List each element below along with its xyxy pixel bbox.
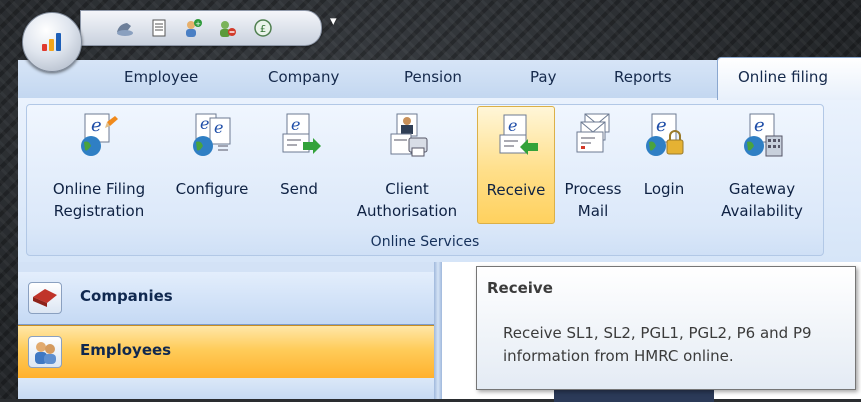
payment-clock-icon[interactable]: £	[253, 18, 273, 38]
customize-toolbar-icon[interactable]: ▾	[330, 14, 337, 29]
tab-online-filing-label: Online filing	[738, 68, 828, 86]
button-label: Gateway Availability	[721, 180, 803, 220]
mail-stack-icon	[576, 113, 610, 153]
group-label: Online Services	[370, 234, 480, 250]
svg-text:e: e	[200, 114, 209, 133]
gateway-availability-button[interactable]: e Gateway Availability	[708, 106, 816, 222]
building-globe-icon: e	[744, 113, 783, 157]
button-label: Receive	[486, 181, 546, 199]
send-button[interactable]: e Send	[262, 106, 336, 222]
tab-pension[interactable]: Pension	[404, 68, 462, 86]
tab-reports[interactable]: Reports	[614, 68, 672, 86]
client-authorisation-button[interactable]: Client Authorisation	[340, 106, 474, 222]
tab-employee[interactable]: Employee	[124, 68, 198, 86]
remove-user-icon[interactable]	[217, 18, 237, 38]
login-button[interactable]: e Login	[634, 106, 694, 222]
nav-item-label: Companies	[80, 287, 173, 305]
client-printer-icon	[390, 113, 428, 157]
nav-item-label: Employees	[80, 341, 172, 359]
add-user-icon[interactable]: +	[183, 18, 203, 38]
lock-icon: e	[646, 113, 684, 156]
tab-online-filing[interactable]: Online filing	[717, 57, 861, 100]
svg-text:e: e	[508, 116, 517, 135]
pane-splitter[interactable]	[434, 262, 442, 399]
nav-item-companies[interactable]: Companies	[18, 272, 434, 325]
button-label: Process Mail	[564, 180, 622, 220]
svg-text:+: +	[195, 20, 201, 28]
online-filing-registration-button[interactable]: e Online Filing Registration	[34, 106, 164, 222]
button-label: Client Authorisation	[356, 180, 458, 220]
svg-text:e: e	[91, 115, 102, 136]
quick-access-toolbar: + £	[80, 10, 322, 46]
companies-icon	[28, 282, 62, 314]
receive-tooltip: Receive Receive SL1, SL2, PGL1, PGL2, P6…	[476, 266, 856, 390]
svg-text:e: e	[291, 115, 300, 134]
svg-text:e: e	[214, 118, 223, 137]
globe-document-icon: e e	[193, 113, 231, 156]
button-label: Login	[643, 180, 685, 198]
tooltip-body: Receive SL1, SL2, PGL1, PGL2, P6 and P9 …	[503, 324, 812, 365]
tab-company[interactable]: Company	[268, 68, 339, 86]
button-label: Configure	[175, 180, 249, 198]
pencil-globe-icon: e	[81, 113, 118, 156]
employees-icon	[28, 336, 62, 368]
svg-text:£: £	[260, 24, 266, 35]
svg-text:e: e	[754, 115, 765, 136]
nav-pane-footer	[18, 378, 434, 399]
send-arrow-icon: e	[282, 113, 321, 154]
disk-icon[interactable]	[115, 18, 135, 38]
receive-arrow-icon: e	[499, 114, 538, 155]
app-menu-button[interactable]	[22, 12, 82, 72]
button-label: Send	[280, 180, 318, 198]
button-label: Online Filing Registration	[52, 180, 146, 220]
process-mail-button[interactable]: Process Mail	[555, 106, 631, 222]
tab-pay[interactable]: Pay	[530, 68, 556, 86]
bar-chart-icon	[42, 33, 62, 51]
nav-item-employees[interactable]: Employees	[18, 325, 434, 379]
configure-button[interactable]: e e Configure	[164, 106, 260, 222]
svg-text:e: e	[656, 115, 667, 136]
tooltip-title: Receive	[487, 279, 553, 297]
document-icon[interactable]	[149, 18, 169, 38]
receive-button[interactable]: e Receive	[477, 106, 555, 224]
